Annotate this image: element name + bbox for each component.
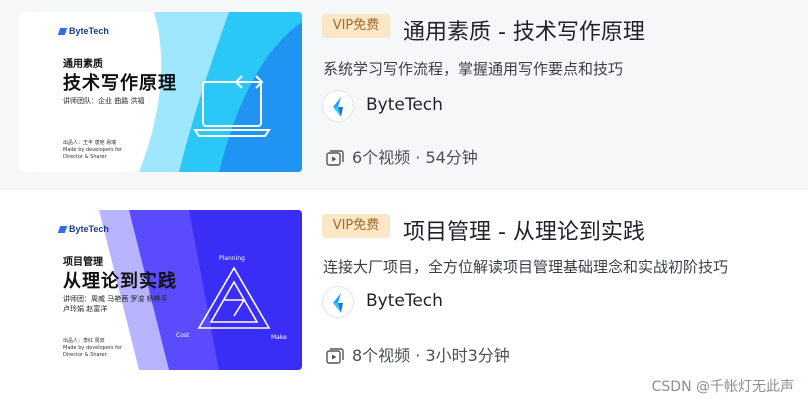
video-list-icon <box>326 150 344 166</box>
course-thumbnail[interactable]: ByteTech 通用素质 技术写作原理 讲师团队：企业 曲路 洪福 出品人：王… <box>19 12 302 172</box>
author-name[interactable]: ByteTech <box>366 95 443 115</box>
thumbnail-title: 从理论到实践 <box>63 271 177 292</box>
thumbnail-category: 通用素质 <box>63 59 103 70</box>
label-planning: Planning <box>219 255 245 262</box>
course-meta: 8个视频 · 3小时3分钟 <box>326 342 510 366</box>
vip-free-badge: VIP免费 <box>322 14 390 38</box>
author-name[interactable]: ByteTech <box>366 291 443 311</box>
course-description: 连接大厂项目，全方位解读项目管理基础理念和实战初阶技巧 <box>323 258 729 276</box>
course-card[interactable]: ByteTech 通用素质 技术写作原理 讲师团队：企业 曲路 洪福 出品人：王… <box>0 0 808 190</box>
thumbnail-category: 项目管理 <box>63 257 103 268</box>
course-thumbnail[interactable]: ByteTech 项目管理 从理论到实践 讲师团：周威 马艳茜 罗浚 杨桦平 卢… <box>19 210 302 370</box>
thumbnail-tags: 讲师团：周威 马艳茜 罗浚 杨桦平 卢玲娟 赵富洋 <box>63 295 168 313</box>
thumbnail-logo: ByteTech <box>57 26 109 36</box>
thumbnail-logo: ByteTech <box>57 224 109 234</box>
label-cost: Cost <box>176 332 190 339</box>
course-meta-text: 6个视频 · 54分钟 <box>352 148 478 167</box>
thumbnail-footer: 出品人：李红 周双 Made by developers for Directo… <box>63 338 123 358</box>
bytetech-logo-icon[interactable] <box>322 286 354 318</box>
course-description: 系统学习写作流程，掌握通用写作要点和技巧 <box>323 60 624 78</box>
course-title[interactable]: 项目管理 - 从理论到实践 <box>403 214 645 246</box>
video-list-icon <box>326 348 344 364</box>
course-meta-text: 8个视频 · 3小时3分钟 <box>352 346 510 365</box>
label-make: Make <box>271 334 287 341</box>
csdn-watermark: CSDN @千帐灯无此声 <box>651 379 794 395</box>
bytetech-logo-icon[interactable] <box>322 90 354 122</box>
thumbnail-tags: 讲师团队：企业 曲路 洪福 <box>63 97 145 105</box>
course-meta: 6个视频 · 54分钟 <box>326 144 478 168</box>
vip-free-badge: VIP免费 <box>322 214 390 238</box>
thumbnail-footer: 出品人：王丰 唐宛 易瑞 Made by developers for Dire… <box>63 140 123 160</box>
thumbnail-title: 技术写作原理 <box>63 73 177 94</box>
course-title[interactable]: 通用素质 - 技术写作原理 <box>403 14 645 46</box>
course-card[interactable]: ByteTech 项目管理 从理论到实践 讲师团：周威 马艳茜 罗浚 杨桦平 卢… <box>0 198 808 388</box>
